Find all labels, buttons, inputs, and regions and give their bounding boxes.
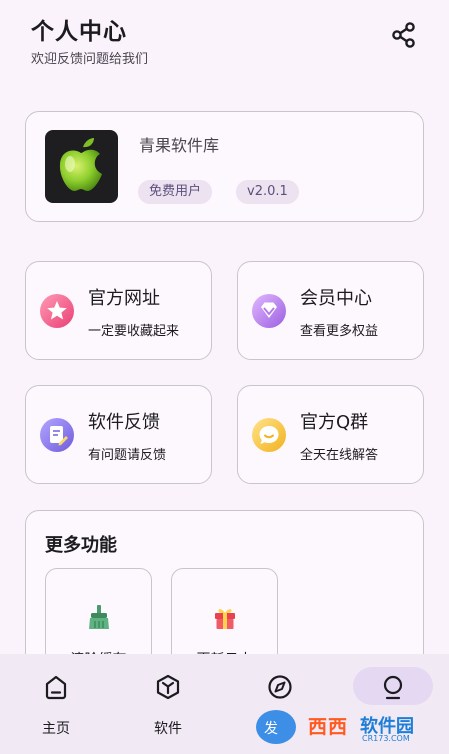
diamond-icon xyxy=(251,293,287,329)
card-title: 官方Q群 xyxy=(300,412,369,433)
person-icon xyxy=(383,675,403,700)
compass-icon xyxy=(268,675,292,699)
card-title: 官方网址 xyxy=(88,288,160,309)
app-name: 青果软件库 xyxy=(139,136,220,155)
version-badge: v2.0.1 xyxy=(236,180,299,204)
section-title: 更多功能 xyxy=(45,535,117,556)
share-icon xyxy=(392,22,415,48)
card-subtitle: 有问题请反馈 xyxy=(88,448,167,463)
nav-label: 主页 xyxy=(42,721,70,737)
share-button[interactable] xyxy=(389,20,419,50)
watermark-brand-part1: 西西 xyxy=(308,716,349,738)
official-site-card[interactable]: 官方网址 一定要收藏起来 xyxy=(25,261,212,360)
card-title: 软件反馈 xyxy=(88,412,160,433)
member-center-card[interactable]: 会员中心 查看更多权益 xyxy=(237,261,424,360)
page-title: 个人中心 xyxy=(31,19,127,45)
card-subtitle: 查看更多权益 xyxy=(300,324,379,339)
chat-bubble-icon xyxy=(251,417,287,453)
document-edit-icon xyxy=(39,417,75,453)
app-info-card: 青果软件库 免费用户 v2.0.1 xyxy=(25,111,424,222)
watermark-domain: CR173.COM xyxy=(362,734,410,743)
card-title: 会员中心 xyxy=(300,288,372,309)
nav-tab-software[interactable]: 软件 xyxy=(112,654,224,754)
header: 个人中心 欢迎反馈问题给我们 xyxy=(31,12,429,72)
user-type-badge: 免费用户 xyxy=(138,180,213,204)
official-qq-group-card[interactable]: 官方Q群 全天在线解答 xyxy=(237,385,424,484)
feedback-card[interactable]: 软件反馈 有问题请反馈 xyxy=(25,385,212,484)
watermark-badge-text: 发 xyxy=(264,721,278,737)
card-subtitle: 全天在线解答 xyxy=(300,448,379,463)
star-badge-icon xyxy=(39,293,75,329)
home-icon xyxy=(45,675,67,700)
nav-tab-home[interactable]: 主页 xyxy=(0,654,112,754)
watermark-logo: 发 西西 软件园 CR173.COM xyxy=(250,704,430,748)
box-icon xyxy=(156,674,180,700)
broom-icon xyxy=(85,603,113,631)
card-subtitle: 一定要收藏起来 xyxy=(88,324,180,339)
page-subtitle: 欢迎反馈问题给我们 xyxy=(31,52,149,67)
app-logo-icon xyxy=(45,130,118,203)
nav-label: 软件 xyxy=(154,721,182,737)
gift-icon xyxy=(211,603,239,631)
